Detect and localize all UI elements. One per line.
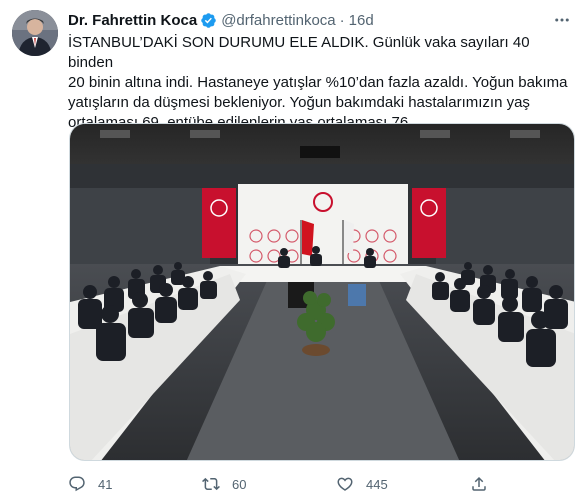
author-name[interactable]: Dr. Fahrettin Koca: [68, 12, 197, 29]
tweet-text: İSTANBUL’DAKİ SON DURUMU ELE ALDIK. Günl…: [68, 33, 574, 133]
tweet-photo[interactable]: [69, 123, 575, 461]
reply-icon: [69, 476, 85, 492]
like-icon: [337, 477, 353, 491]
more-icon[interactable]: [552, 10, 572, 30]
retweet-button[interactable]: 60: [202, 475, 246, 493]
reply-button[interactable]: 41: [68, 475, 112, 493]
tweet-text-line: İSTANBUL’DAKİ SON DURUMU ELE ALDIK. Günl…: [68, 34, 530, 71]
retweet-icon: [202, 477, 220, 491]
author-handle[interactable]: @drfahrettinkoca: [221, 12, 335, 29]
tweet-header: Dr. Fahrettin Koca @drfahrettinkoca · 16…: [68, 10, 572, 30]
meeting-room-photo: [70, 124, 574, 460]
avatar[interactable]: [12, 10, 58, 56]
tweet-text-line: 20 binin altına indi. Hastaneye yatışlar…: [68, 74, 568, 91]
retweet-count: 60: [232, 476, 247, 492]
share-button[interactable]: [470, 475, 488, 493]
action-bar: 41 60 445: [68, 472, 574, 496]
separator-dot: ·: [339, 11, 345, 29]
tweet-text-line: yatışların da düşmesi bekleniyor. Yoğun …: [68, 94, 530, 111]
reply-count: 41: [98, 476, 113, 492]
verified-badge-icon: [201, 12, 216, 28]
timestamp[interactable]: 16d: [349, 12, 374, 29]
share-icon: [472, 476, 486, 491]
tweet[interactable]: Dr. Fahrettin Koca @drfahrettinkoca · 16…: [0, 0, 584, 500]
like-button[interactable]: 445: [336, 475, 388, 493]
like-count: 445: [366, 476, 388, 492]
avatar-image: [12, 10, 58, 56]
